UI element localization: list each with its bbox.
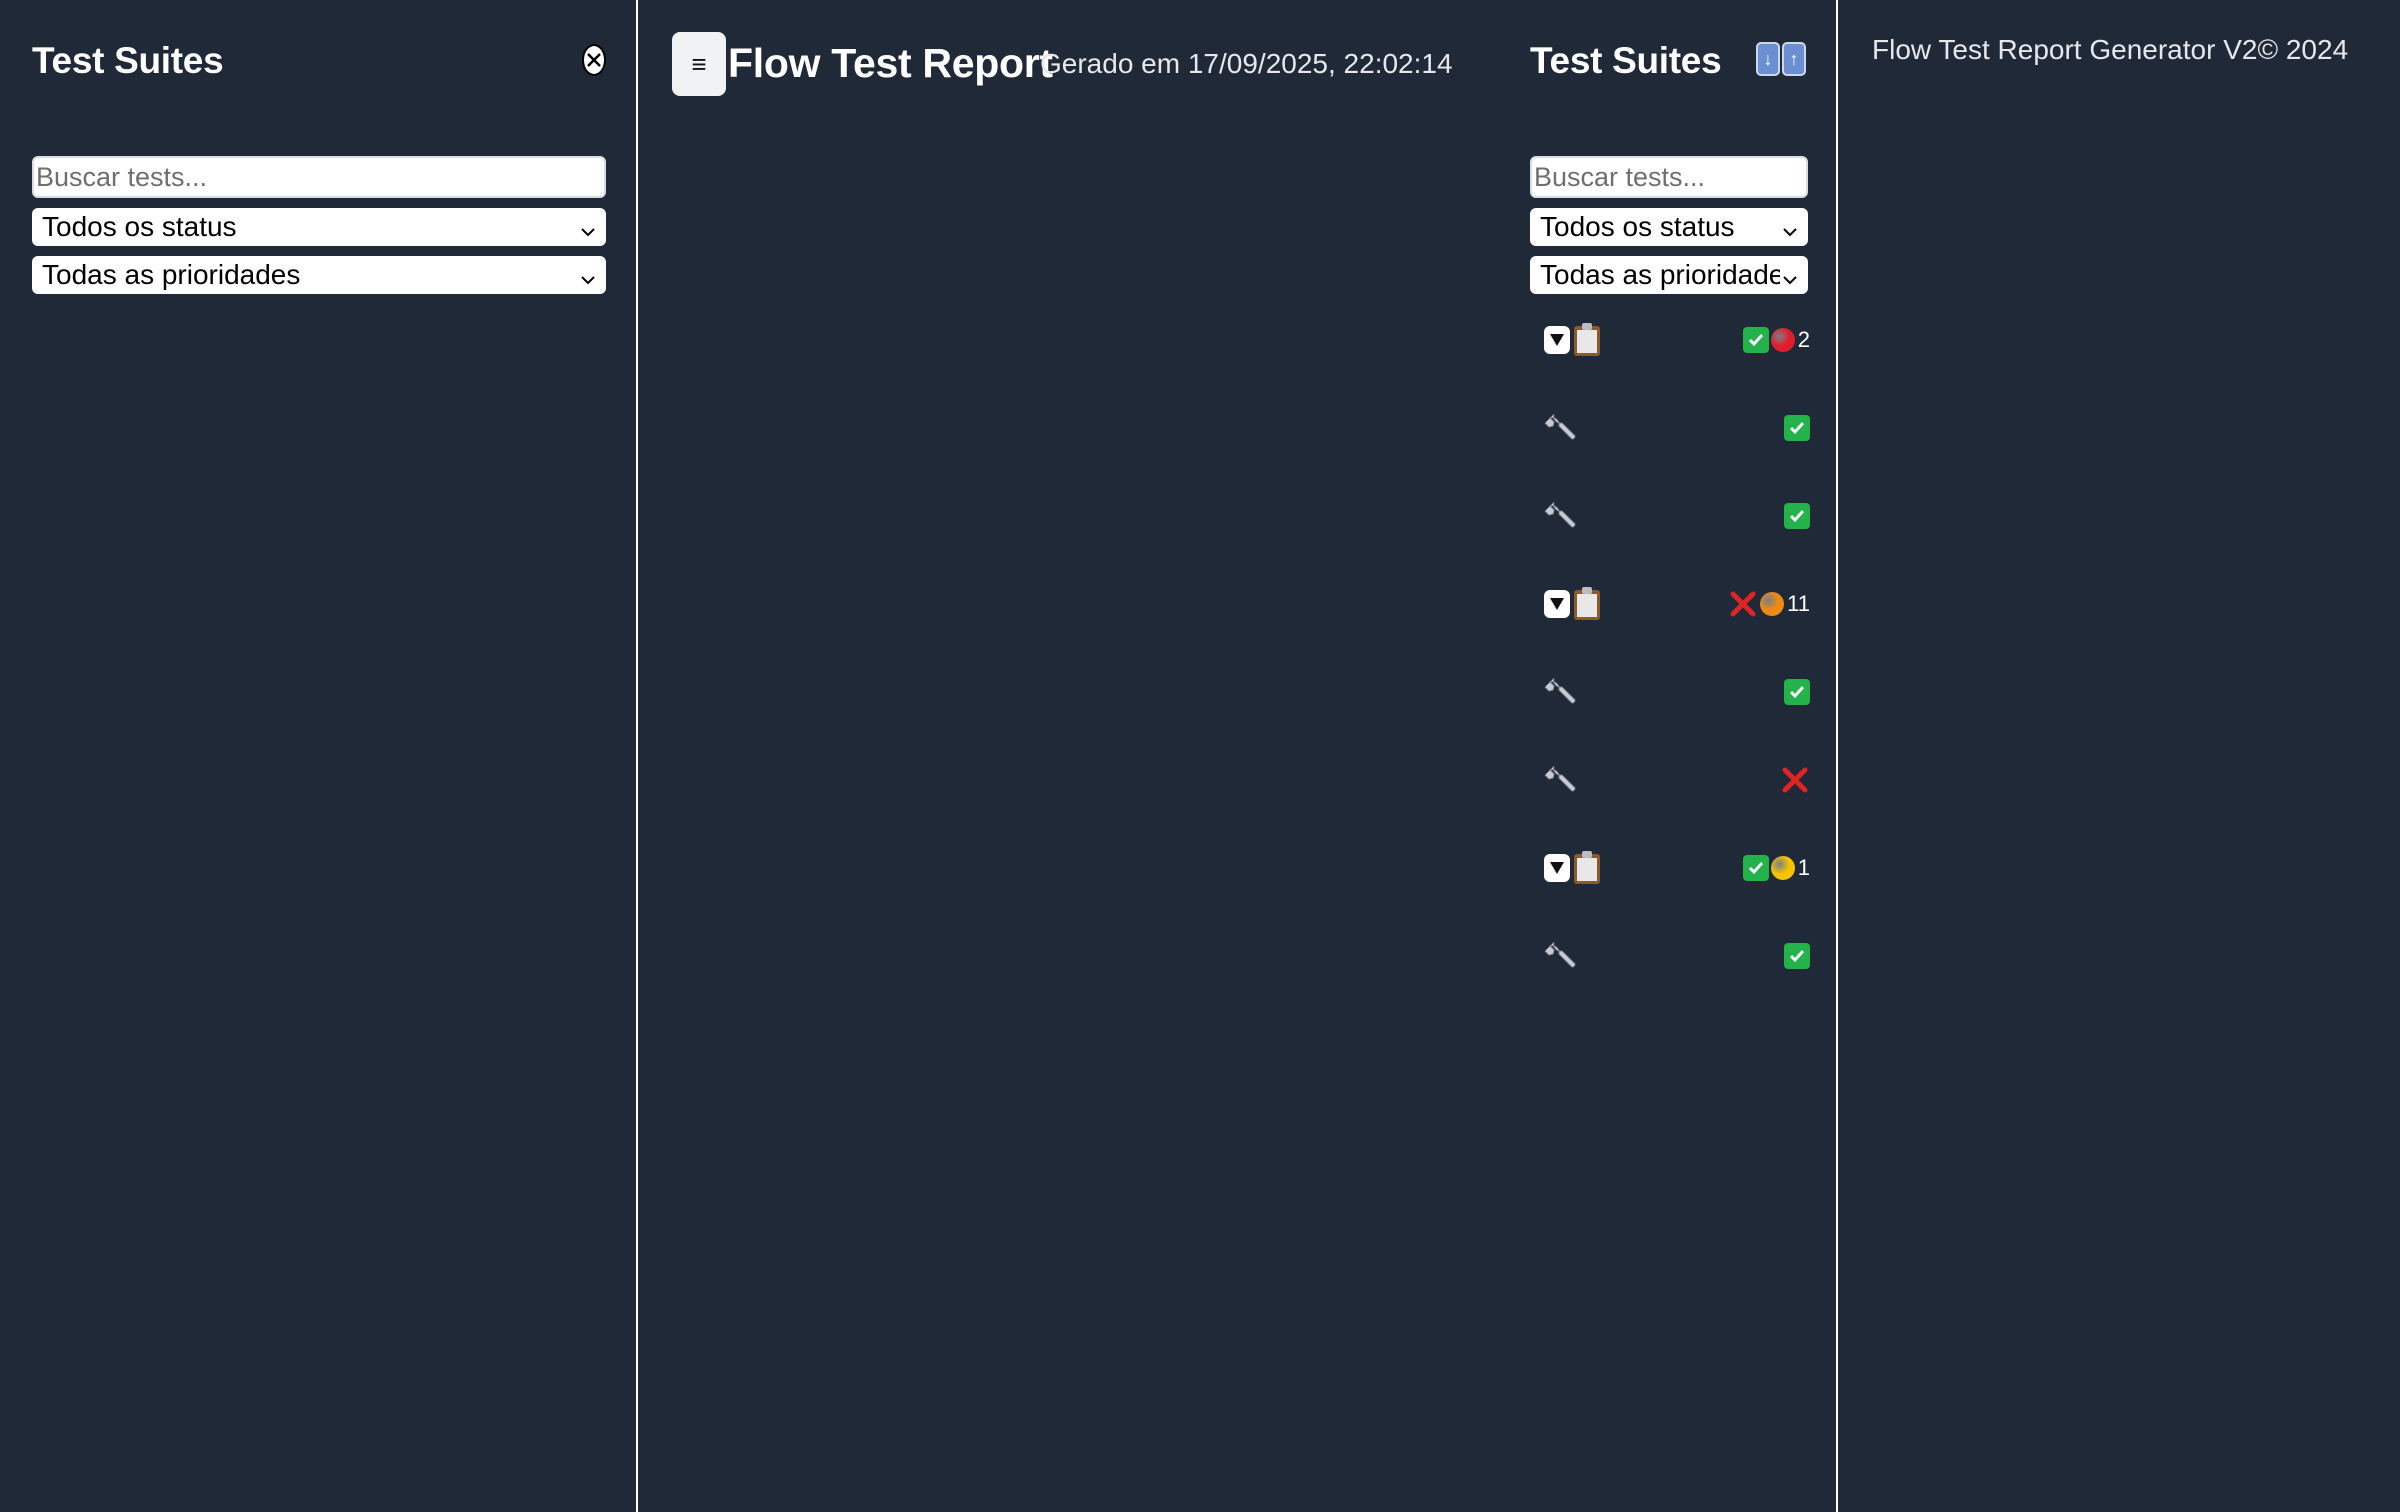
check-icon — [1784, 503, 1810, 529]
test-item[interactable] — [1544, 670, 1810, 714]
test-count: 11 — [1787, 591, 1810, 616]
test-count: 1 — [1797, 855, 1810, 880]
chevron-down-icon — [578, 265, 598, 285]
wrench-icon — [1544, 936, 1584, 976]
collapse-toggle-icon[interactable] — [1544, 854, 1570, 882]
test-item[interactable] — [1544, 758, 1810, 802]
sidebar-priority-select[interactable]: Todas as prioridades — [32, 256, 606, 294]
footer-panel: Flow Test Report Generator V2© 2024 — [1840, 0, 2400, 1512]
test-item[interactable] — [1544, 934, 1810, 978]
wrench-icon — [1544, 496, 1584, 536]
generated-timestamp: Gerado em 17/09/2025, 22:02:14 — [1040, 48, 1453, 79]
clipboard-icon — [1572, 850, 1602, 886]
sidebar-title: Test Suites — [32, 40, 224, 81]
check-icon — [1784, 415, 1810, 441]
expand-collapse-button[interactable]: ↓ ↑ — [1756, 42, 1806, 76]
close-icon — [587, 53, 601, 67]
collapse-toggle-icon[interactable] — [1544, 326, 1570, 354]
priority-yellow-icon — [1770, 856, 1795, 880]
chevron-down-icon — [578, 217, 598, 237]
test-count: 2 — [1797, 327, 1810, 352]
collapse-toggle-icon[interactable] — [1544, 590, 1570, 618]
sidebar-search-input[interactable] — [32, 156, 606, 198]
sidebar-status-select[interactable]: Todos os status — [32, 208, 606, 246]
suites-priority-value: Todas as prioridade — [1540, 259, 1785, 290]
check-icon — [1784, 679, 1810, 705]
clipboard-icon — [1572, 322, 1602, 358]
menu-button[interactable]: ≡ — [672, 32, 726, 96]
suite-item[interactable]: 11 — [1544, 582, 1810, 626]
clipboard-icon — [1572, 586, 1602, 622]
check-icon — [1742, 327, 1769, 353]
check-icon — [1784, 943, 1810, 969]
close-sidebar-button[interactable] — [582, 44, 606, 76]
sidebar-priority-value: Todas as prioridades — [42, 259, 301, 290]
main-panel: ≡ Flow Test Report Gerado em 17/09/2025,… — [638, 0, 1838, 1512]
suite-item[interactable]: 1 — [1544, 846, 1810, 890]
test-item[interactable] — [1544, 406, 1810, 450]
sidebar-status-value: Todos os status — [42, 211, 237, 242]
suite-item[interactable]: 2 — [1544, 318, 1810, 362]
suites-search-input[interactable] — [1530, 156, 1808, 198]
wrench-icon — [1544, 672, 1584, 712]
suites-title: Test Suites — [1530, 40, 1722, 81]
priority-orange-icon — [1760, 592, 1785, 616]
sidebar-panel: Test Suites Todos os status Todas as pri… — [0, 0, 638, 1512]
arrow-up-icon: ↑ — [1782, 42, 1806, 76]
suites-status-select[interactable]: Todos os status — [1530, 208, 1808, 246]
arrow-down-icon: ↓ — [1756, 42, 1780, 76]
suites-status-value: Todos os status — [1540, 211, 1735, 242]
test-item[interactable] — [1544, 494, 1810, 538]
page-title: Flow Test Report — [728, 40, 1053, 86]
suites-priority-select[interactable]: Todas as prioridade — [1530, 256, 1808, 294]
chevron-down-icon — [1780, 217, 1800, 237]
fail-x-icon — [1780, 765, 1810, 795]
check-icon — [1742, 855, 1769, 881]
wrench-icon — [1544, 408, 1584, 448]
priority-red-icon — [1770, 328, 1795, 352]
fail-x-icon — [1728, 589, 1758, 619]
footer-text: Flow Test Report Generator V2© 2024 — [1872, 34, 2349, 65]
chevron-down-icon — [1780, 265, 1800, 285]
wrench-icon — [1544, 760, 1584, 800]
